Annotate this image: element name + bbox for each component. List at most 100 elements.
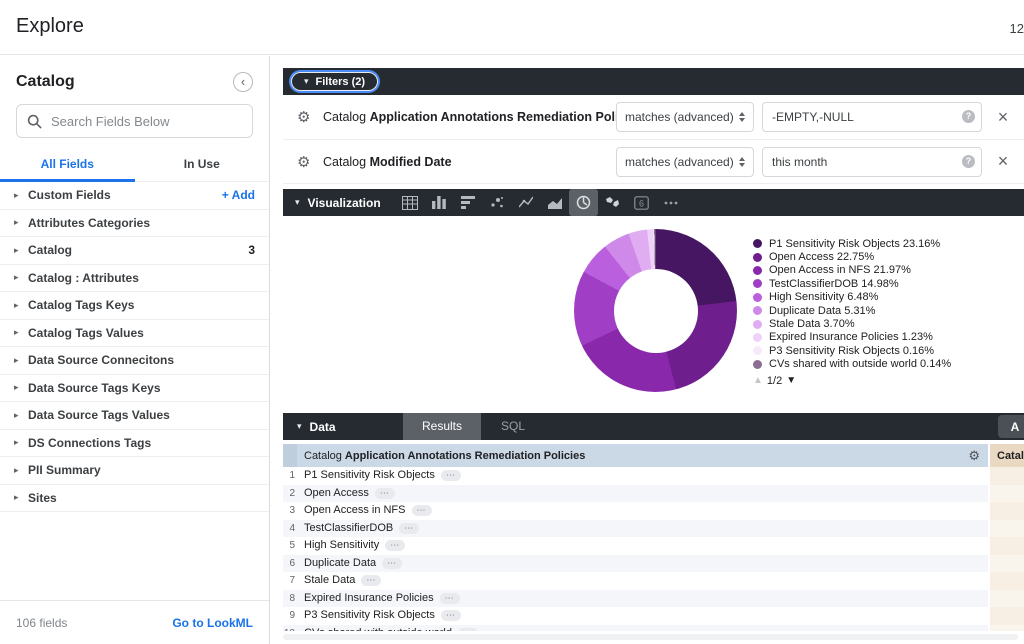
dimension-cell[interactable]: Duplicate Data ⋯ [297, 555, 988, 573]
chevron-down-icon[interactable]: ▾ [295, 197, 300, 208]
sidebar-field-group[interactable]: ▸ Catalog : Attributes [0, 265, 269, 293]
filter-help-icon[interactable]: ? [962, 155, 975, 168]
bar-chart-icon[interactable] [453, 189, 482, 216]
measure-cell[interactable] [988, 572, 1024, 590]
collapse-sidebar-icon[interactable]: ‹ [233, 72, 253, 92]
dimension-cell[interactable]: CVs shared with outside world ⋯ [297, 625, 988, 632]
cell-menu-icon[interactable]: ⋯ [361, 575, 381, 586]
sidebar-field-group[interactable]: ▸ Catalog Tags Keys [0, 292, 269, 320]
legend-item[interactable]: P1 Sensitivity Risk Objects 23.16% [753, 237, 951, 250]
expand-caret-icon[interactable]: ▸ [14, 327, 28, 338]
cell-menu-icon[interactable]: ⋯ [385, 540, 405, 551]
column-chart-icon[interactable] [424, 189, 453, 216]
sidebar-field-group[interactable]: ▸ Attributes Categories [0, 210, 269, 238]
go-to-lookml-link[interactable]: Go to LookML [172, 616, 253, 630]
dimension-cell[interactable]: P1 Sensitivity Risk Objects ⋯ [297, 467, 988, 485]
filter-operator-select[interactable]: matches (advanced) [616, 102, 754, 132]
filter-value-input[interactable] [762, 147, 982, 177]
expand-caret-icon[interactable]: ▸ [14, 300, 28, 311]
sidebar-field-group[interactable]: ▸ PII Summary [0, 457, 269, 485]
dimension-column-header[interactable]: Catalog Application Annotations Remediat… [297, 444, 988, 467]
filter-value-input[interactable] [762, 102, 982, 132]
legend-page-down-icon[interactable]: ▼ [786, 375, 796, 386]
filter-help-icon[interactable]: ? [962, 110, 975, 123]
expand-caret-icon[interactable]: ▸ [14, 382, 28, 393]
expand-caret-icon[interactable]: ▸ [14, 217, 28, 228]
cell-menu-icon[interactable]: ⋯ [440, 593, 460, 604]
dimension-cell[interactable]: TestClassifierDOB ⋯ [297, 520, 988, 538]
table-icon[interactable] [395, 189, 424, 216]
legend-item[interactable]: P3 Sensitivity Risk Objects 0.16% [753, 344, 951, 357]
pie-chart-icon[interactable] [569, 189, 598, 216]
tab-results[interactable]: Results [403, 413, 481, 440]
expand-caret-icon[interactable]: ▸ [14, 410, 28, 421]
expand-caret-icon[interactable]: ▸ [14, 355, 28, 366]
tab-sql[interactable]: SQL [481, 413, 545, 440]
sidebar-field-group[interactable]: ▸ DS Connections Tags [0, 430, 269, 458]
legend-item[interactable]: Stale Data 3.70% [753, 317, 951, 330]
sidebar-field-group[interactable]: ▸ Catalog 3 [0, 237, 269, 265]
remove-filter-icon[interactable]: × [982, 151, 1024, 172]
search-input[interactable] [51, 114, 242, 129]
filters-toggle-button[interactable]: ▾ Filters (2) [291, 72, 378, 91]
cell-menu-icon[interactable]: ⋯ [375, 488, 395, 499]
legend-item[interactable]: Open Access 22.75% [753, 250, 951, 263]
line-chart-icon[interactable] [511, 189, 540, 216]
expand-caret-icon[interactable]: ▸ [14, 437, 28, 448]
measure-cell[interactable] [988, 502, 1024, 520]
tab-all-fields[interactable]: All Fields [0, 150, 135, 181]
dimension-cell[interactable]: Open Access in NFS ⋯ [297, 502, 988, 520]
measure-column-header[interactable]: Catalog [988, 444, 1024, 467]
sidebar-field-group[interactable]: ▸ Catalog Tags Values [0, 320, 269, 348]
cell-menu-icon[interactable]: ⋯ [441, 470, 461, 481]
scatter-chart-icon[interactable] [482, 189, 511, 216]
donut-chart[interactable] [574, 229, 737, 392]
area-chart-icon[interactable] [540, 189, 569, 216]
legend-item[interactable]: TestClassifierDOB 14.98% [753, 277, 951, 290]
dimension-cell[interactable]: Expired Insurance Policies ⋯ [297, 590, 988, 608]
add-custom-field-link[interactable]: + Add [222, 188, 255, 202]
dimension-cell[interactable]: High Sensitivity ⋯ [297, 537, 988, 555]
legend-item[interactable]: Expired Insurance Policies 1.23% [753, 331, 951, 344]
sidebar-field-group[interactable]: ▸ Custom Fields + Add [0, 182, 269, 210]
horizontal-scrollbar[interactable] [283, 634, 1018, 640]
legend-page-up-icon[interactable]: ▲ [753, 375, 763, 386]
cell-menu-icon[interactable]: ⋯ [382, 558, 402, 569]
remove-filter-icon[interactable]: × [982, 107, 1024, 128]
cell-menu-icon[interactable]: ⋯ [458, 628, 478, 631]
filter-gear-icon[interactable]: ⚙ [297, 108, 317, 126]
measure-cell[interactable] [988, 520, 1024, 538]
measure-cell[interactable] [988, 590, 1024, 608]
cell-menu-icon[interactable]: ⋯ [412, 505, 432, 516]
sidebar-field-group[interactable]: ▸ Data Source Tags Keys [0, 375, 269, 403]
legend-item[interactable]: High Sensitivity 6.48% [753, 291, 951, 304]
column-gear-icon[interactable]: ⚙ [968, 448, 980, 464]
legend-item[interactable]: Duplicate Data 5.31% [753, 304, 951, 317]
more-icon[interactable] [656, 189, 685, 216]
measure-cell[interactable] [988, 607, 1024, 625]
filter-operator-select[interactable]: matches (advanced) [616, 147, 754, 177]
map-icon[interactable] [598, 189, 627, 216]
expand-caret-icon[interactable]: ▸ [14, 272, 28, 283]
expand-caret-icon[interactable]: ▸ [14, 245, 28, 256]
sidebar-field-group[interactable]: ▸ Data Source Connecitons [0, 347, 269, 375]
expand-caret-icon[interactable]: ▸ [14, 492, 28, 503]
partial-action-button[interactable]: A [998, 415, 1024, 438]
dimension-cell[interactable]: Stale Data ⋯ [297, 572, 988, 590]
legend-item[interactable]: Open Access in NFS 21.97% [753, 264, 951, 277]
legend-item[interactable]: CVs shared with outside world 0.14% [753, 358, 951, 371]
expand-caret-icon[interactable]: ▸ [14, 465, 28, 476]
sidebar-field-group[interactable]: ▸ Data Source Tags Values [0, 402, 269, 430]
measure-cell[interactable] [988, 467, 1024, 485]
measure-cell[interactable] [988, 537, 1024, 555]
filter-gear-icon[interactable]: ⚙ [297, 153, 317, 171]
measure-cell[interactable] [988, 555, 1024, 573]
sidebar-field-group[interactable]: ▸ Sites [0, 485, 269, 513]
expand-caret-icon[interactable]: ▸ [14, 190, 28, 201]
tab-in-use[interactable]: In Use [135, 150, 270, 181]
data-toggle-button[interactable]: ▾ Data [283, 420, 379, 434]
single-value-icon[interactable]: 6 [627, 189, 656, 216]
cell-menu-icon[interactable]: ⋯ [399, 523, 419, 534]
measure-cell[interactable] [988, 485, 1024, 503]
measure-cell[interactable] [988, 625, 1024, 632]
